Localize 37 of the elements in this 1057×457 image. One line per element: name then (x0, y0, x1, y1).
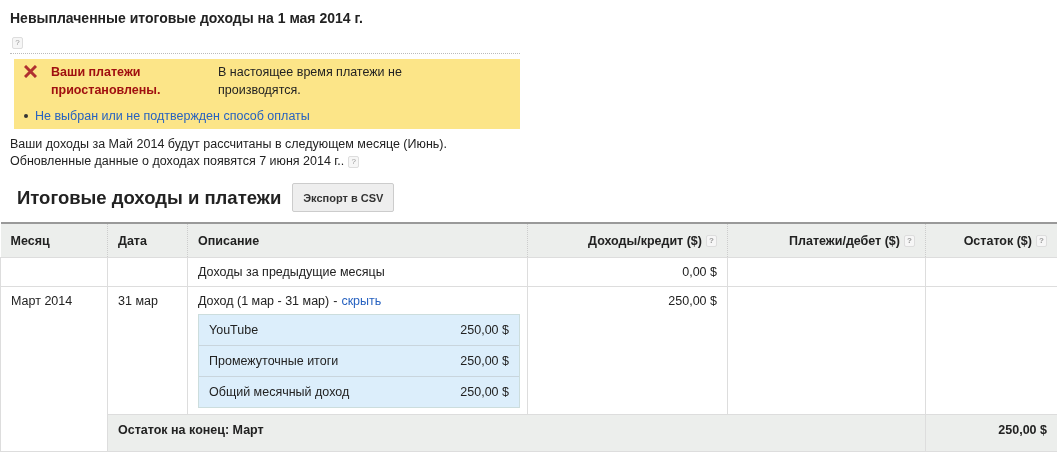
alert-title: Ваши платежи приостановлены. (51, 64, 162, 99)
table-cell: 250,00 $ (527, 286, 728, 415)
breakdown-amount: 250,00 $ (460, 323, 509, 337)
section-title: Итоговые доходы и платежи (17, 186, 282, 209)
column-header: Описание (187, 223, 528, 258)
breakdown-amount: 250,00 $ (460, 354, 509, 368)
footer-label: Остаток на конец: Март (107, 414, 926, 452)
table-cell: Март 2014 (0, 286, 108, 452)
description-text: Доход (1 мар - 31 мар) (198, 294, 330, 308)
note-text: Обновленные данные о доходах появятся 7 июня 2014 г.. (10, 154, 345, 168)
page-title: Невыплаченные итоговые доходы на 1 мая 2014 г. (10, 10, 364, 28)
column-header: Месяц (0, 223, 108, 258)
table-cell: 0,00 $ (527, 257, 728, 287)
help-icon[interactable]: ? (348, 155, 360, 168)
help-icon[interactable]: ? (1036, 235, 1047, 248)
description-text: Доходы за предыдущие месяцы (198, 265, 385, 279)
hide-link[interactable]: скрыть (341, 294, 382, 308)
bullet-icon (24, 114, 28, 118)
alert-message: В настоящее время платежи не производятся. (218, 64, 403, 99)
help-icon[interactable]: ? (706, 235, 717, 248)
breakdown-label: Промежуточные итоги (209, 354, 339, 368)
help-icon[interactable]: ? (12, 37, 23, 49)
footer-balance: 250,00 $ (925, 414, 1057, 452)
breakdown-label: YouTube (209, 323, 259, 337)
breakdown-amount: 250,00 $ (460, 385, 509, 399)
column-header: Остаток ($) ? (925, 223, 1057, 258)
export-csv-button[interactable]: Экспорт в CSV (292, 183, 395, 212)
column-header: Доходы/кредит ($) ? (527, 223, 728, 258)
error-icon (24, 65, 37, 78)
breakdown-label: Общий месячный доход (209, 385, 350, 399)
column-header: Дата (107, 223, 188, 258)
payment-method-link[interactable]: Не выбран или не подтвержден способ оплаты (35, 109, 310, 123)
help-icon[interactable]: ? (904, 235, 915, 248)
table-cell: 31 мар (107, 286, 188, 415)
separator-text: - (333, 294, 338, 308)
column-header: Платежи/дебет ($) ? (727, 223, 926, 258)
note-text: Ваши доходы за Май 2014 будут рассчитаны в следующем месяце (Июнь). (10, 137, 447, 151)
